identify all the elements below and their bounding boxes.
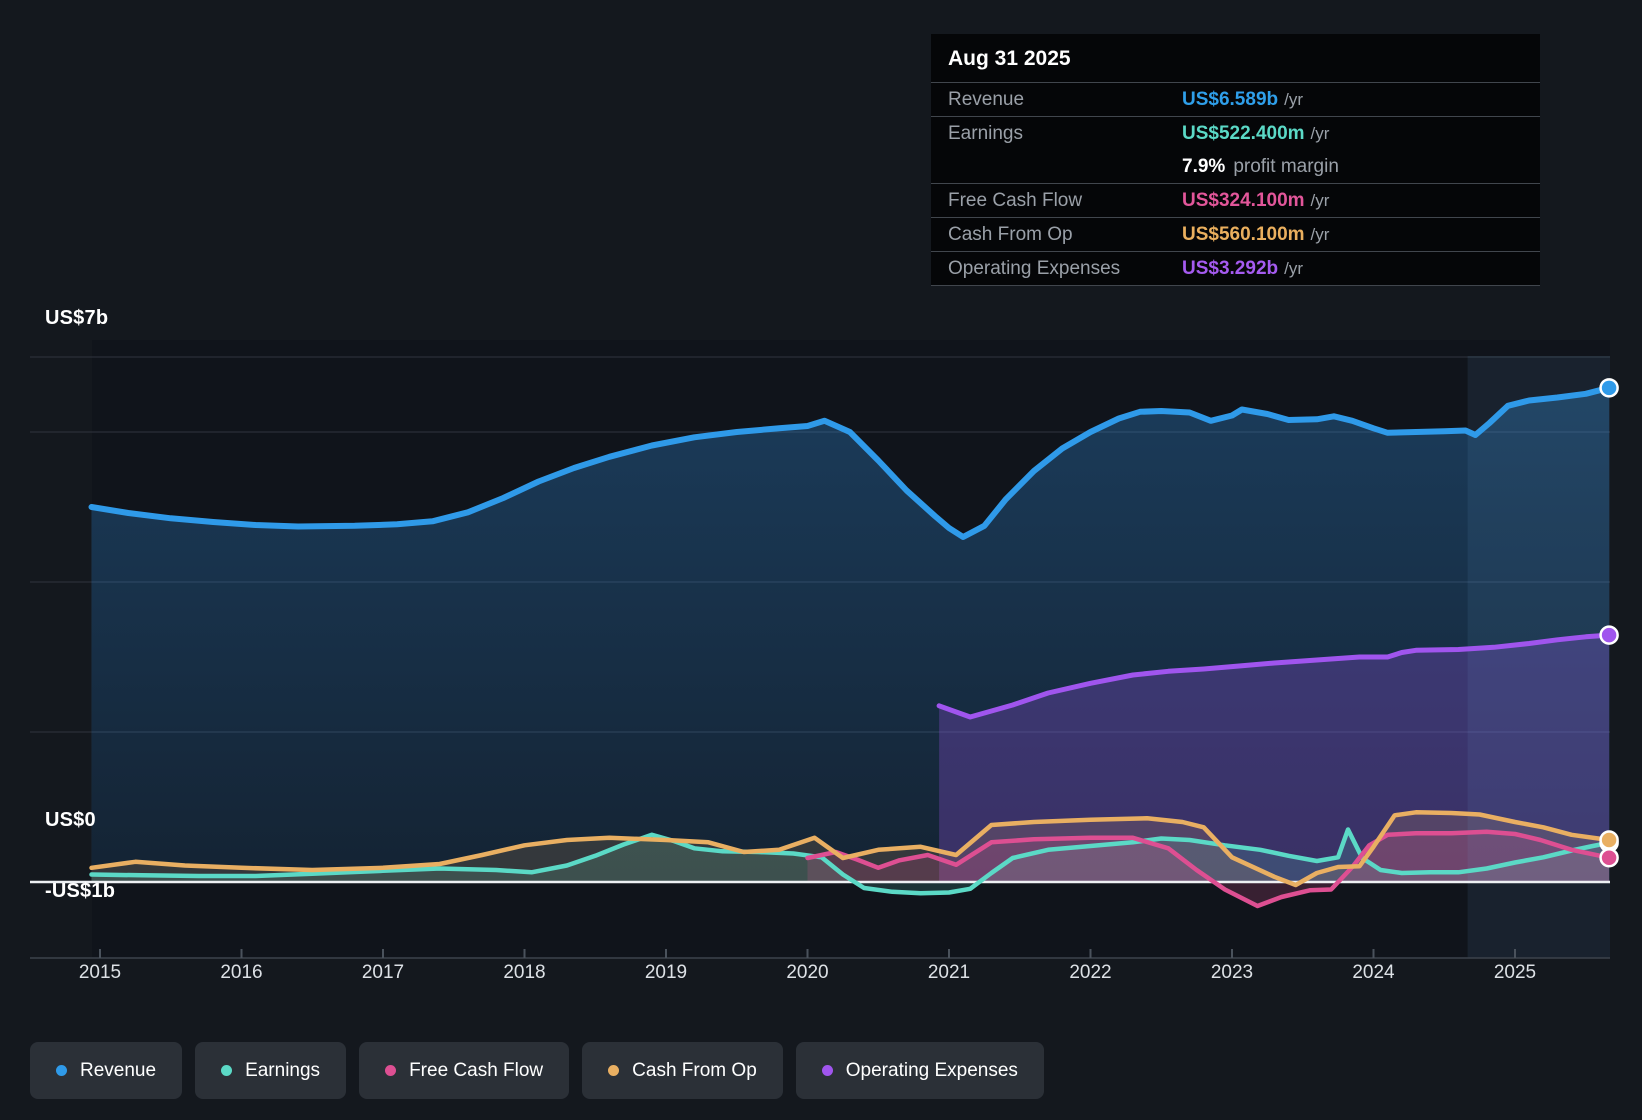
legend-item-free-cash-flow[interactable]: Free Cash Flow	[359, 1042, 570, 1099]
y-axis-label-zero: US$0	[45, 809, 96, 831]
legend-item-earnings[interactable]: Earnings	[195, 1042, 347, 1099]
chart-legend: Revenue Earnings Free Cash Flow Cash Fro…	[30, 1042, 1044, 1099]
tooltip-suffix: /yr	[1310, 123, 1330, 143]
tooltip-row-cash-from-op: Cash From Op US$560.100m/yr	[931, 217, 1540, 251]
cash-from-op-dot-icon	[608, 1065, 620, 1076]
legend-label: Earnings	[245, 1059, 321, 1081]
legend-label: Cash From Op	[632, 1059, 757, 1081]
tooltip-suffix: /yr	[1284, 258, 1304, 278]
revenue-dot-icon	[56, 1065, 67, 1076]
tooltip-suffix: /yr	[1310, 190, 1330, 210]
tooltip-date: Aug 31 2025	[948, 47, 1071, 70]
tooltip-value: US$522.400m	[1182, 122, 1305, 144]
financial-history-chart-page: US$7b US$0 -US$1b 2015 2016 2017 2018 2019 20…	[0, 0, 1642, 1120]
tooltip-suffix: /yr	[1310, 224, 1330, 244]
tooltip-label: Operating Expenses	[948, 257, 1121, 279]
tooltip-label: Cash From Op	[948, 223, 1073, 245]
tooltip-suffix: /yr	[1284, 89, 1304, 109]
operating-expenses-dot-icon	[821, 1065, 833, 1076]
tooltip-row-profit-margin: 7.9% profit margin	[931, 150, 1540, 183]
tooltip-value: US$560.100m	[1182, 223, 1305, 245]
tooltip-label: Free Cash Flow	[948, 189, 1083, 211]
earnings-dot-icon	[221, 1065, 233, 1076]
profit-margin-text: profit margin	[1233, 155, 1339, 177]
tooltip-row-revenue: Revenue US$6.589b/yr	[931, 82, 1540, 116]
tooltip-value: US$324.100m	[1182, 189, 1305, 211]
y-axis-label-7b: US$7b	[45, 307, 109, 329]
legend-label: Operating Expenses	[845, 1059, 1018, 1081]
legend-item-revenue[interactable]: Revenue	[30, 1042, 183, 1099]
tooltip-row-earnings: Earnings US$522.400m/yr	[931, 116, 1540, 150]
tooltip-value: US$3.292b	[1182, 257, 1279, 279]
legend-label: Revenue	[80, 1059, 157, 1081]
profit-margin-value: 7.9%	[1182, 155, 1226, 177]
legend-label: Free Cash Flow	[409, 1059, 544, 1081]
y-axis-label-neg1b: -US$1b	[45, 880, 116, 902]
chart-tooltip: Aug 31 2025 Revenue US$6.589b/yr Earning…	[931, 34, 1540, 286]
legend-item-operating-expenses[interactable]: Operating Expenses	[795, 1042, 1044, 1099]
free-cash-flow-dot-icon	[385, 1065, 397, 1076]
legend-item-cash-from-op[interactable]: Cash From Op	[582, 1042, 783, 1099]
tooltip-row-operating-expenses: Operating Expenses US$3.292b/yr	[931, 251, 1540, 285]
tooltip-label: Revenue	[948, 88, 1025, 110]
tooltip-label: Earnings	[948, 122, 1023, 144]
tooltip-row-free-cash-flow: Free Cash Flow US$324.100m/yr	[931, 183, 1540, 217]
tooltip-value: US$6.589b	[1182, 88, 1279, 110]
